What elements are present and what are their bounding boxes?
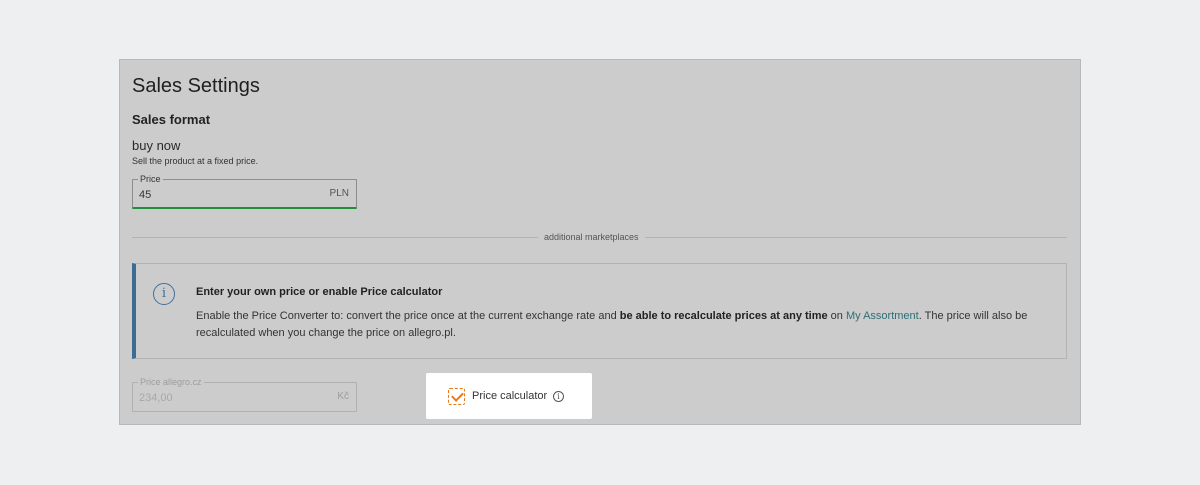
- sales-format-description: Sell the product at a fixed price.: [132, 156, 259, 166]
- sales-format-name: buy now: [132, 138, 181, 153]
- info-body-text: Enable the Price Converter to: convert t…: [196, 310, 620, 322]
- price-input[interactable]: 45: [139, 189, 151, 201]
- price-currency: PLN: [329, 188, 349, 199]
- info-body-text-2: on: [827, 310, 846, 322]
- price-allegro-cz-label: Price allegro.cz: [138, 376, 204, 388]
- sales-format-heading: Sales format: [132, 112, 211, 127]
- my-assortment-link[interactable]: My Assortment: [846, 310, 919, 322]
- price-info-box: i Enter your own price or enable Price c…: [132, 263, 1067, 359]
- price-allegro-cz-currency: Kč: [337, 391, 349, 402]
- page-title: Sales Settings: [132, 75, 260, 97]
- info-body-bold: be able to recalculate prices at any tim…: [619, 310, 828, 322]
- info-icon[interactable]: i: [553, 391, 564, 402]
- price-allegro-cz-input: 234,00: [139, 392, 173, 404]
- price-label: Price: [138, 173, 163, 185]
- price-allegro-cz-field: Price allegro.cz 234,00 Kč: [132, 376, 357, 412]
- price-calculator-checkbox[interactable]: [448, 388, 465, 405]
- info-icon: i: [153, 283, 175, 305]
- info-body: Enable the Price Converter to: convert t…: [196, 308, 1056, 342]
- price-calculator-box: Price calculator i: [426, 373, 592, 419]
- sales-settings-panel: Sales Settings Sales format buy now Sell…: [119, 59, 1081, 425]
- marketplaces-divider-label: additional marketplaces: [538, 232, 645, 242]
- info-heading: Enter your own price or enable Price cal…: [196, 286, 443, 298]
- price-field[interactable]: Price 45 PLN: [132, 173, 357, 209]
- price-calculator-label[interactable]: Price calculator: [472, 390, 547, 402]
